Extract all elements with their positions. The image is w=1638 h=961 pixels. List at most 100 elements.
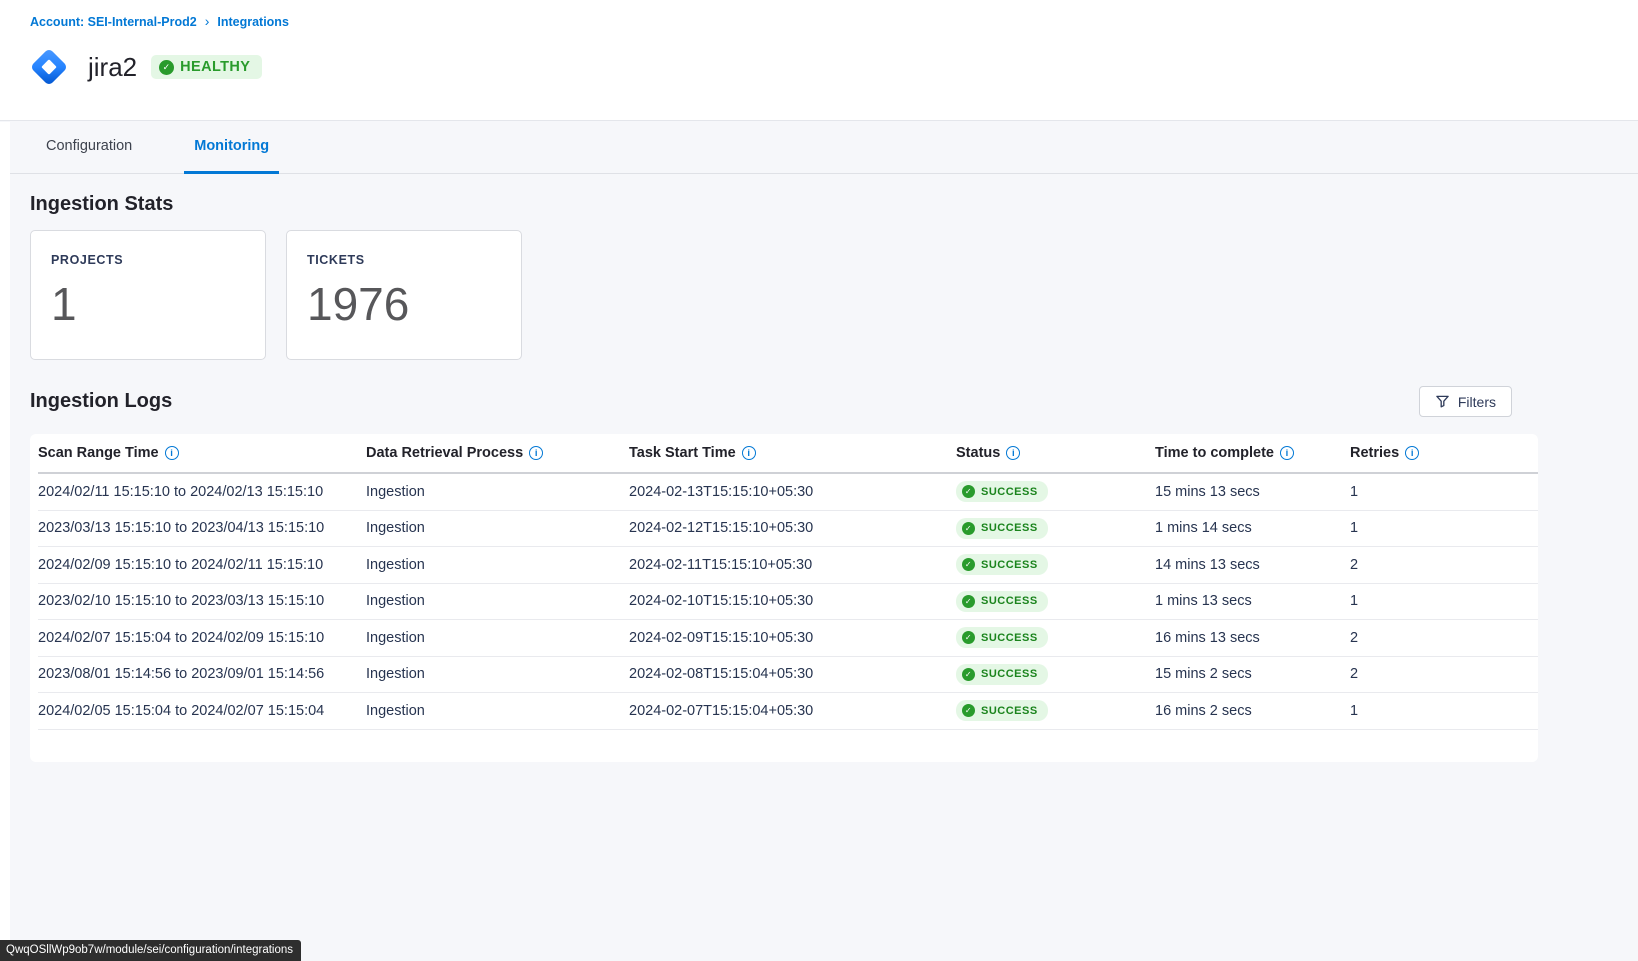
main-content: Ingestion Stats PROJECTS 1 TICKETS 1976 …	[0, 193, 1638, 762]
retries-cell: 1	[1350, 484, 1538, 500]
scan-range-cell: 2024/02/11 15:15:10 to 2024/02/13 15:15:…	[38, 484, 366, 500]
time-to-complete-cell: 15 mins 2 secs	[1155, 666, 1350, 682]
info-icon[interactable]	[742, 446, 756, 460]
column-header-label: Retries	[1350, 445, 1399, 461]
ingestion-logs-title: Ingestion Logs	[30, 390, 172, 413]
ingestion-stats-title: Ingestion Stats	[30, 193, 1538, 216]
status-cell: SUCCESS	[956, 481, 1155, 502]
task-start-cell: 2024-02-10T15:15:10+05:30	[629, 593, 956, 609]
filter-funnel-icon	[1435, 394, 1450, 409]
breadcrumb: Account: SEI-Internal-Prod2 › Integratio…	[30, 14, 1638, 30]
ingestion-logs-table: Scan Range Time Data Retrieval Process T…	[30, 434, 1538, 762]
status-cell: SUCCESS	[956, 700, 1155, 721]
process-cell: Ingestion	[366, 520, 629, 536]
retries-cell: 1	[1350, 520, 1538, 536]
scan-range-cell: 2024/02/05 15:15:04 to 2024/02/07 15:15:…	[38, 703, 366, 719]
column-header-data-retrieval-process: Data Retrieval Process	[366, 445, 629, 461]
stat-cards: PROJECTS 1 TICKETS 1976	[30, 230, 1538, 360]
task-start-cell: 2024-02-07T15:15:04+05:30	[629, 703, 956, 719]
process-cell: Ingestion	[366, 593, 629, 609]
process-cell: Ingestion	[366, 630, 629, 646]
stat-card-projects: PROJECTS 1	[30, 230, 266, 360]
status-label: SUCCESS	[981, 595, 1038, 607]
stat-value: 1	[51, 277, 245, 331]
tab-monitoring-label: Monitoring	[194, 138, 269, 154]
link-preview-status-bar: QwqOSllWp9ob7w/module/sei/configuration/…	[0, 940, 301, 961]
table-row: 2024/02/05 15:15:04 to 2024/02/07 15:15:…	[38, 693, 1538, 730]
column-header-label: Scan Range Time	[38, 445, 159, 461]
breadcrumb-integrations-link[interactable]: Integrations	[217, 15, 289, 29]
check-icon	[962, 704, 975, 717]
status-badge: SUCCESS	[956, 554, 1048, 575]
task-start-cell: 2024-02-13T15:15:10+05:30	[629, 484, 956, 500]
filters-button-label: Filters	[1458, 394, 1496, 410]
check-icon	[962, 595, 975, 608]
left-rail	[0, 122, 10, 961]
time-to-complete-cell: 1 mins 14 secs	[1155, 520, 1350, 536]
tab-configuration[interactable]: Configuration	[36, 121, 142, 174]
task-start-cell: 2024-02-08T15:15:04+05:30	[629, 666, 956, 682]
status-badge: SUCCESS	[956, 700, 1048, 721]
tab-bar: Configuration Monitoring	[0, 121, 1638, 174]
process-cell: Ingestion	[366, 666, 629, 682]
column-header-label: Status	[956, 445, 1000, 461]
info-icon[interactable]	[1405, 446, 1419, 460]
jira-logo-icon	[22, 40, 76, 94]
status-label: SUCCESS	[981, 632, 1038, 644]
column-header-retries: Retries	[1350, 445, 1538, 461]
process-cell: Ingestion	[366, 703, 629, 719]
status-cell: SUCCESS	[956, 664, 1155, 685]
time-to-complete-cell: 14 mins 13 secs	[1155, 557, 1350, 573]
time-to-complete-cell: 15 mins 13 secs	[1155, 484, 1350, 500]
table-row: 2023/08/01 15:14:56 to 2023/09/01 15:14:…	[38, 657, 1538, 694]
info-icon[interactable]	[165, 446, 179, 460]
info-icon[interactable]	[1280, 446, 1294, 460]
retries-cell: 1	[1350, 703, 1538, 719]
check-icon	[962, 522, 975, 535]
tab-monitoring[interactable]: Monitoring	[184, 121, 279, 174]
status-label: SUCCESS	[981, 559, 1038, 571]
status-badge: SUCCESS	[956, 627, 1048, 648]
check-icon	[962, 668, 975, 681]
stat-label: PROJECTS	[51, 253, 245, 267]
check-icon	[159, 60, 174, 75]
column-header-scan-range-time: Scan Range Time	[38, 445, 366, 461]
status-cell: SUCCESS	[956, 591, 1155, 612]
stat-label: TICKETS	[307, 253, 501, 267]
retries-cell: 2	[1350, 666, 1538, 682]
check-icon	[962, 631, 975, 644]
tab-configuration-label: Configuration	[46, 138, 132, 154]
health-status-badge: HEALTHY	[151, 55, 262, 79]
info-icon[interactable]	[1006, 446, 1020, 460]
status-label: SUCCESS	[981, 668, 1038, 680]
status-badge: SUCCESS	[956, 481, 1048, 502]
scan-range-cell: 2023/03/13 15:15:10 to 2023/04/13 15:15:…	[38, 520, 366, 536]
status-badge: SUCCESS	[956, 518, 1048, 539]
table-row: 2024/02/11 15:15:10 to 2024/02/13 15:15:…	[38, 474, 1538, 511]
status-cell: SUCCESS	[956, 518, 1155, 539]
scan-range-cell: 2023/08/01 15:14:56 to 2023/09/01 15:14:…	[38, 666, 366, 682]
page-header: Account: SEI-Internal-Prod2 › Integratio…	[0, 0, 1638, 121]
column-header-task-start-time: Task Start Time	[629, 445, 956, 461]
status-label: SUCCESS	[981, 522, 1038, 534]
column-header-label: Data Retrieval Process	[366, 445, 523, 461]
retries-cell: 1	[1350, 593, 1538, 609]
process-cell: Ingestion	[366, 484, 629, 500]
time-to-complete-cell: 1 mins 13 secs	[1155, 593, 1350, 609]
column-header-label: Task Start Time	[629, 445, 736, 461]
task-start-cell: 2024-02-09T15:15:10+05:30	[629, 630, 956, 646]
check-icon	[962, 485, 975, 498]
column-header-time-to-complete: Time to complete	[1155, 445, 1350, 461]
breadcrumb-account-link[interactable]: Account: SEI-Internal-Prod2	[30, 15, 197, 29]
info-icon[interactable]	[529, 446, 543, 460]
column-header-label: Time to complete	[1155, 445, 1274, 461]
column-header-status: Status	[956, 445, 1155, 461]
table-row: 2024/02/09 15:15:10 to 2024/02/11 15:15:…	[38, 547, 1538, 584]
table-row: 2023/03/13 15:15:10 to 2023/04/13 15:15:…	[38, 511, 1538, 548]
status-badge: SUCCESS	[956, 591, 1048, 612]
filters-button[interactable]: Filters	[1419, 386, 1512, 417]
retries-cell: 2	[1350, 630, 1538, 646]
stat-card-tickets: TICKETS 1976	[286, 230, 522, 360]
task-start-cell: 2024-02-12T15:15:10+05:30	[629, 520, 956, 536]
time-to-complete-cell: 16 mins 13 secs	[1155, 630, 1350, 646]
